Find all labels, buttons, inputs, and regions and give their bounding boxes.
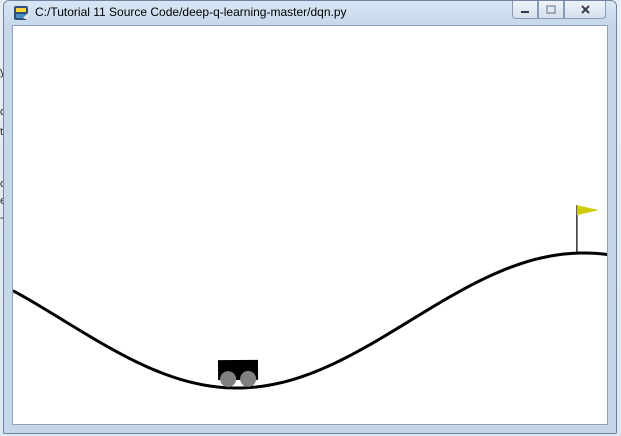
app-window: C:/Tutorial 11 Source Code/deep-q-learni… — [3, 0, 617, 434]
maximize-icon — [546, 5, 556, 14]
render-canvas — [12, 25, 608, 425]
car — [217, 359, 259, 388]
car-wheel-back — [220, 371, 237, 388]
close-button[interactable] — [564, 1, 606, 19]
title-bar[interactable]: C:/Tutorial 11 Source Code/deep-q-learni… — [4, 1, 616, 25]
mountain-car-scene — [13, 205, 607, 390]
window-title: C:/Tutorial 11 Source Code/deep-q-learni… — [35, 5, 347, 19]
car-wheel-front — [240, 370, 257, 387]
minimize-icon — [521, 10, 529, 13]
mountain-track — [13, 251, 607, 390]
maximize-button[interactable] — [538, 1, 564, 19]
python-tk-icon — [14, 6, 28, 20]
minimize-button[interactable] — [512, 1, 538, 19]
close-icon — [580, 5, 590, 14]
goal-flag — [576, 205, 599, 254]
flag — [576, 205, 599, 216]
